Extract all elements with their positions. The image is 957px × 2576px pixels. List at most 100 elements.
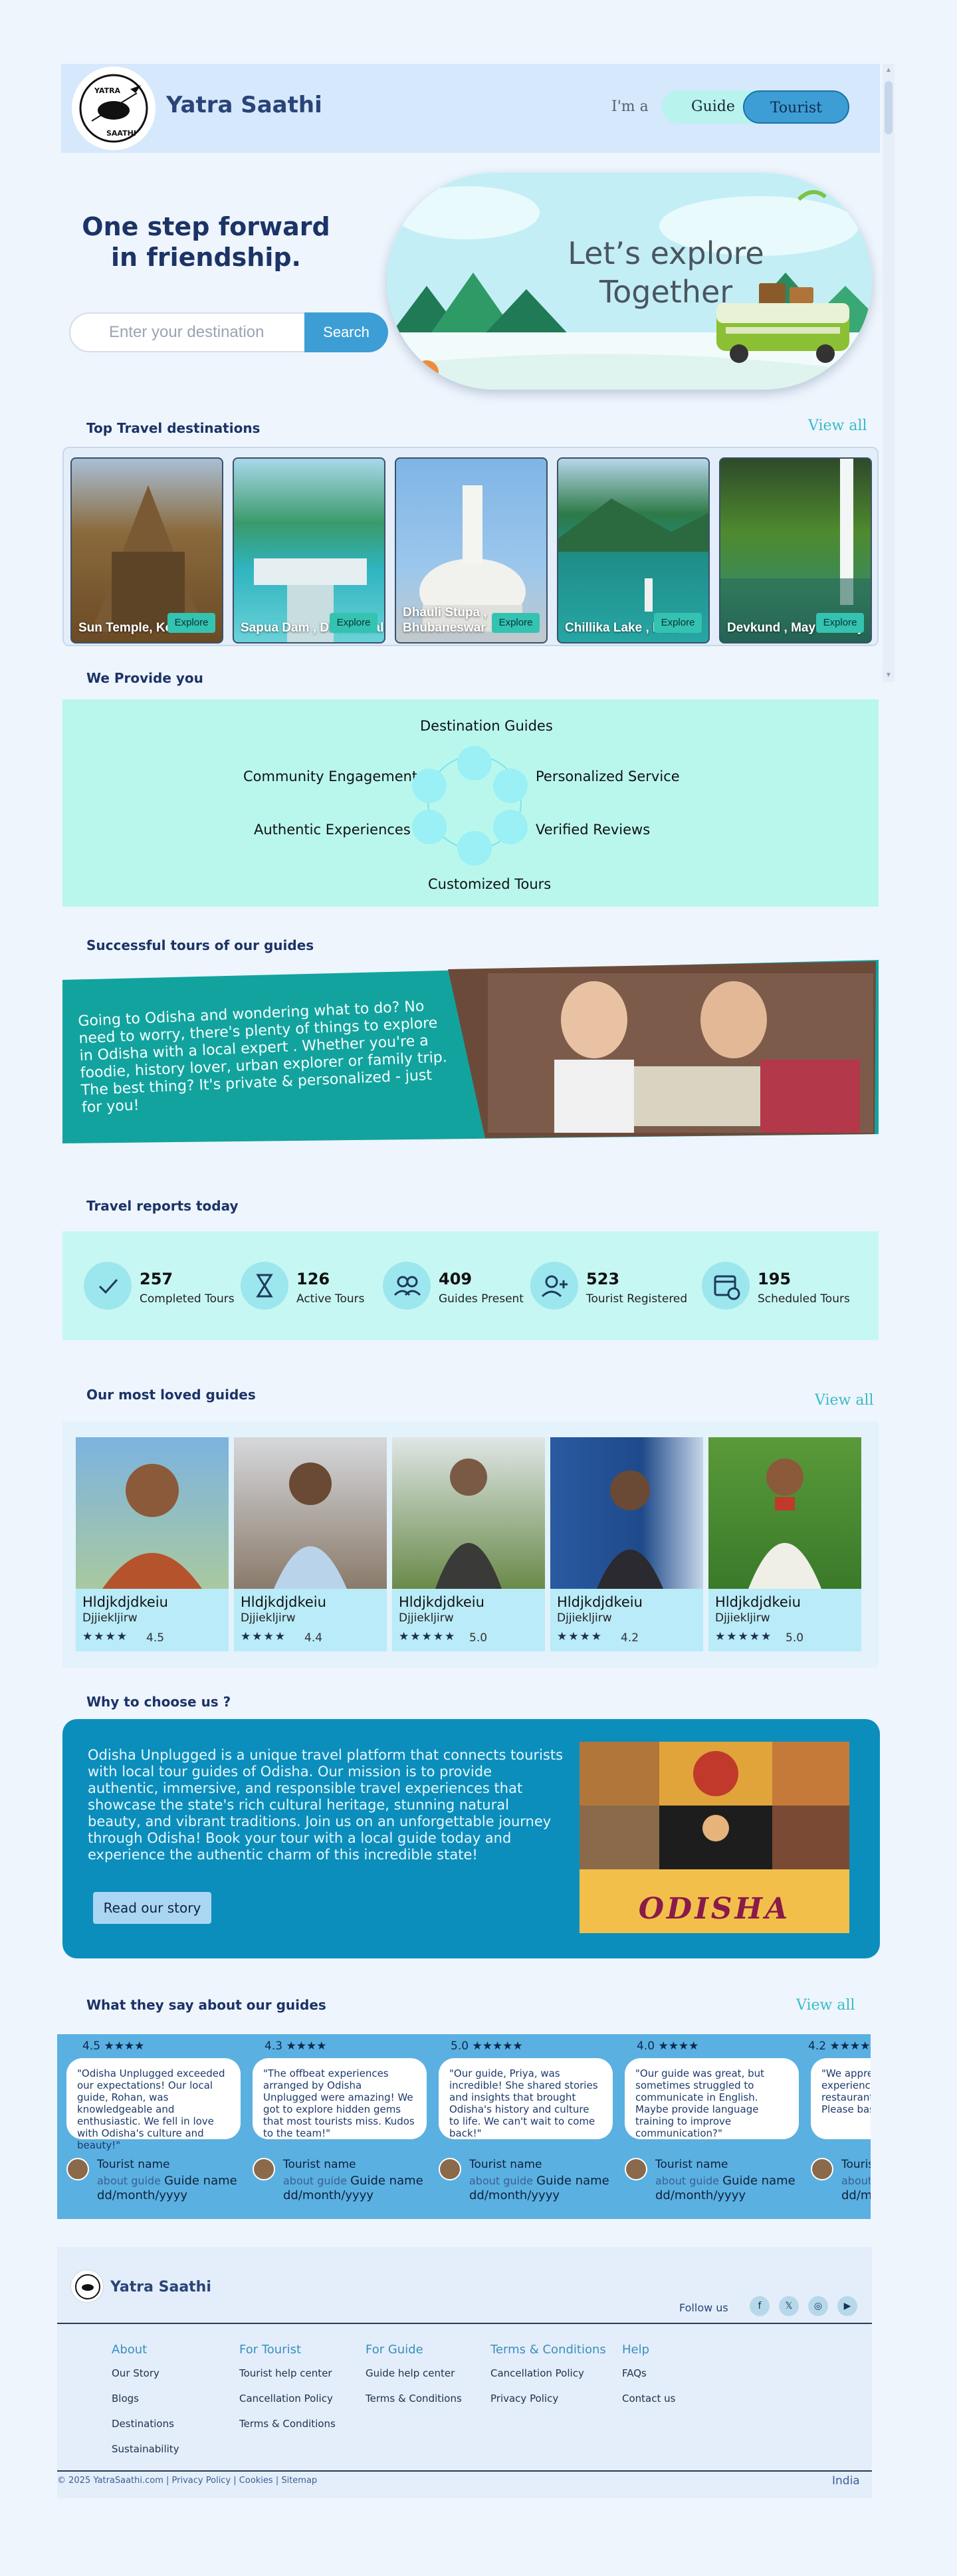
destinations-heading: Top Travel destinations	[86, 420, 261, 436]
provide-heading: We Provide you	[86, 670, 203, 686]
stat-value: 523	[586, 1270, 620, 1288]
footer-link[interactable]: Cancellation Policy	[490, 2367, 606, 2379]
destination-card[interactable]: Sapua Dam , Dhenkanal Explore	[233, 457, 385, 644]
guide-card[interactable]: Hldjkdjdkeiu Djjiekljirw ★★★★ 4.5	[76, 1437, 229, 1651]
explore-button[interactable]: Explore	[330, 613, 377, 633]
read-story-button[interactable]: Read our story	[93, 1892, 211, 1924]
role-prompt: I'm a	[611, 98, 649, 115]
scroll-up-icon[interactable]: ▲	[883, 65, 895, 76]
instagram-icon[interactable]: ◎	[808, 2296, 828, 2316]
destination-card[interactable]: Dhauli Stupa , Bhubaneswar Explore	[395, 457, 548, 644]
logo[interactable]: YATRA SAATHI	[72, 66, 156, 150]
users-icon	[383, 1262, 431, 1310]
avatar	[439, 2158, 461, 2180]
provide-item: Community Engagement	[243, 768, 418, 784]
tours-text: Going to Odisha and wondering what to do…	[77, 998, 448, 1117]
destinations-view-all[interactable]: View all	[808, 417, 867, 434]
star-rating-icon: ★★★★	[241, 1630, 286, 1643]
star-rating-icon: ★★★★	[104, 2040, 145, 2053]
about-guide-label: about guide	[283, 2174, 347, 2187]
search-input[interactable]: Enter your destination	[69, 312, 306, 352]
footer-link[interactable]: Destinations	[112, 2418, 179, 2430]
destinations-carousel: Sun Temple, Konark Explore Sapua Dam , D…	[62, 447, 879, 646]
explore-button[interactable]: Explore	[492, 613, 540, 633]
explore-button[interactable]: Explore	[816, 613, 864, 633]
site-header: YATRA SAATHI Yatra Saathi I'm a Guide To…	[61, 64, 880, 153]
tourist-name: Touris	[841, 2158, 871, 2171]
search-bar: Enter your destination Search	[69, 312, 388, 352]
footer-link[interactable]: Guide help center	[366, 2367, 462, 2379]
destination-card[interactable]: Chillika Lake , Puri Explore	[557, 457, 710, 644]
footer-logo[interactable]	[70, 2270, 104, 2303]
scroll-down-icon[interactable]: ▼	[883, 670, 895, 681]
footer-link[interactable]: Sustainability	[112, 2443, 179, 2455]
role-toggle[interactable]: Guide Tourist	[662, 90, 849, 124]
hero-banner-line2: Together	[599, 274, 733, 310]
logo-text-top: YATRA	[94, 86, 121, 95]
why-heading: Why to choose us ?	[86, 1694, 231, 1710]
destination-card[interactable]: Devkund , Mayurbhanj Explore	[719, 457, 872, 644]
guide-subtitle: Djjiekljirw	[557, 1611, 612, 1625]
brand-name[interactable]: Yatra Saathi	[166, 92, 322, 118]
footer-link[interactable]: Tourist help center	[239, 2367, 336, 2379]
facebook-icon[interactable]: f	[750, 2296, 770, 2316]
footer-link[interactable]: Blogs	[112, 2393, 179, 2404]
guide-card[interactable]: Hldjkdjdkeiu Djjiekljirw ★★★★★ 5.0	[708, 1437, 861, 1651]
testimonial-date: dd/m	[841, 2188, 871, 2202]
check-icon	[84, 1262, 132, 1310]
provide-section: Destination Guides Community Engagement …	[62, 699, 879, 907]
guide-card[interactable]: Hldjkdjdkeiu Djjiekljirw ★★★★★ 5.0	[392, 1437, 545, 1651]
search-button[interactable]: Search	[304, 312, 388, 352]
star-rating-icon: ★★★★	[82, 1630, 128, 1643]
footer-brand[interactable]: Yatra Saathi	[110, 2279, 211, 2295]
provide-dot	[412, 768, 447, 803]
footer-link[interactable]: Terms & Conditions	[239, 2418, 336, 2430]
logo-text-bottom: SAATHI	[106, 129, 136, 138]
scrollbar-thumb[interactable]	[885, 81, 893, 134]
about-guide-label: about guide	[97, 2174, 161, 2187]
site-footer: Yatra Saathi Follow us f 𝕏 ◎ ▶ About Our…	[57, 2247, 872, 2498]
footer-link[interactable]: FAQs	[622, 2367, 675, 2379]
provide-dot	[457, 746, 492, 780]
guide-name: Hldjkdjdkeiu	[399, 1594, 484, 1610]
guide-photo	[76, 1437, 229, 1589]
guide-subtitle: Djjiekljirw	[241, 1611, 296, 1625]
user-add-icon	[530, 1262, 578, 1310]
guides-view-all[interactable]: View all	[815, 1392, 874, 1409]
provide-dot	[412, 810, 447, 844]
youtube-icon[interactable]: ▶	[837, 2296, 857, 2316]
country-selector[interactable]: India	[832, 2474, 860, 2488]
guide-photo	[234, 1437, 387, 1589]
guide-rating: 5.0	[786, 1631, 804, 1645]
avatar	[625, 2158, 647, 2180]
guide-name: Hldjkdjdkeiu	[241, 1594, 326, 1610]
tours-heading: Successful tours of our guides	[86, 937, 314, 953]
tourist-name: Tourist name	[97, 2158, 170, 2171]
star-rating-icon: ★★★★	[829, 2040, 871, 2053]
testimonial-rating: 4.5	[82, 2040, 101, 2053]
testimonial-rating: 4.2	[808, 2040, 827, 2053]
guide-card[interactable]: Hldjkdjdkeiu Djjiekljirw ★★★★ 4.2	[550, 1437, 703, 1651]
follow-us-label: Follow us	[679, 2301, 728, 2314]
footer-column-title: For Guide	[366, 2343, 423, 2357]
guide-card[interactable]: Hldjkdjdkeiu Djjiekljirw ★★★★ 4.4	[234, 1437, 387, 1651]
odisha-caption: ODISHA	[638, 1892, 791, 1926]
provide-item: Destination Guides	[420, 718, 553, 734]
explore-button[interactable]: Explore	[654, 613, 702, 633]
footer-link[interactable]: Cancellation Policy	[239, 2393, 336, 2404]
footer-link[interactable]: Privacy Policy	[490, 2393, 606, 2404]
footer-link[interactable]: Terms & Conditions	[366, 2393, 462, 2404]
role-guide-option[interactable]: Guide	[691, 98, 735, 115]
footer-link[interactable]: Contact us	[622, 2393, 675, 2404]
destination-card[interactable]: Sun Temple, Konark Explore	[70, 457, 223, 644]
why-text: Odisha Unplugged is a unique travel plat…	[88, 1747, 564, 1863]
testimonials-view-all[interactable]: View all	[796, 1997, 855, 2014]
footer-link[interactable]: Our Story	[112, 2367, 179, 2379]
guide-name: Guide name	[536, 2174, 609, 2188]
x-icon[interactable]: 𝕏	[779, 2296, 799, 2316]
explore-button[interactable]: Explore	[167, 613, 215, 633]
scrollbar[interactable]: ▲ ▼	[883, 64, 895, 682]
role-tourist-option[interactable]: Tourist	[743, 90, 849, 124]
reports-section: 257 Completed Tours 126 Active Tours 409…	[62, 1231, 879, 1340]
testimonial-rating: 5.0	[451, 2040, 469, 2053]
